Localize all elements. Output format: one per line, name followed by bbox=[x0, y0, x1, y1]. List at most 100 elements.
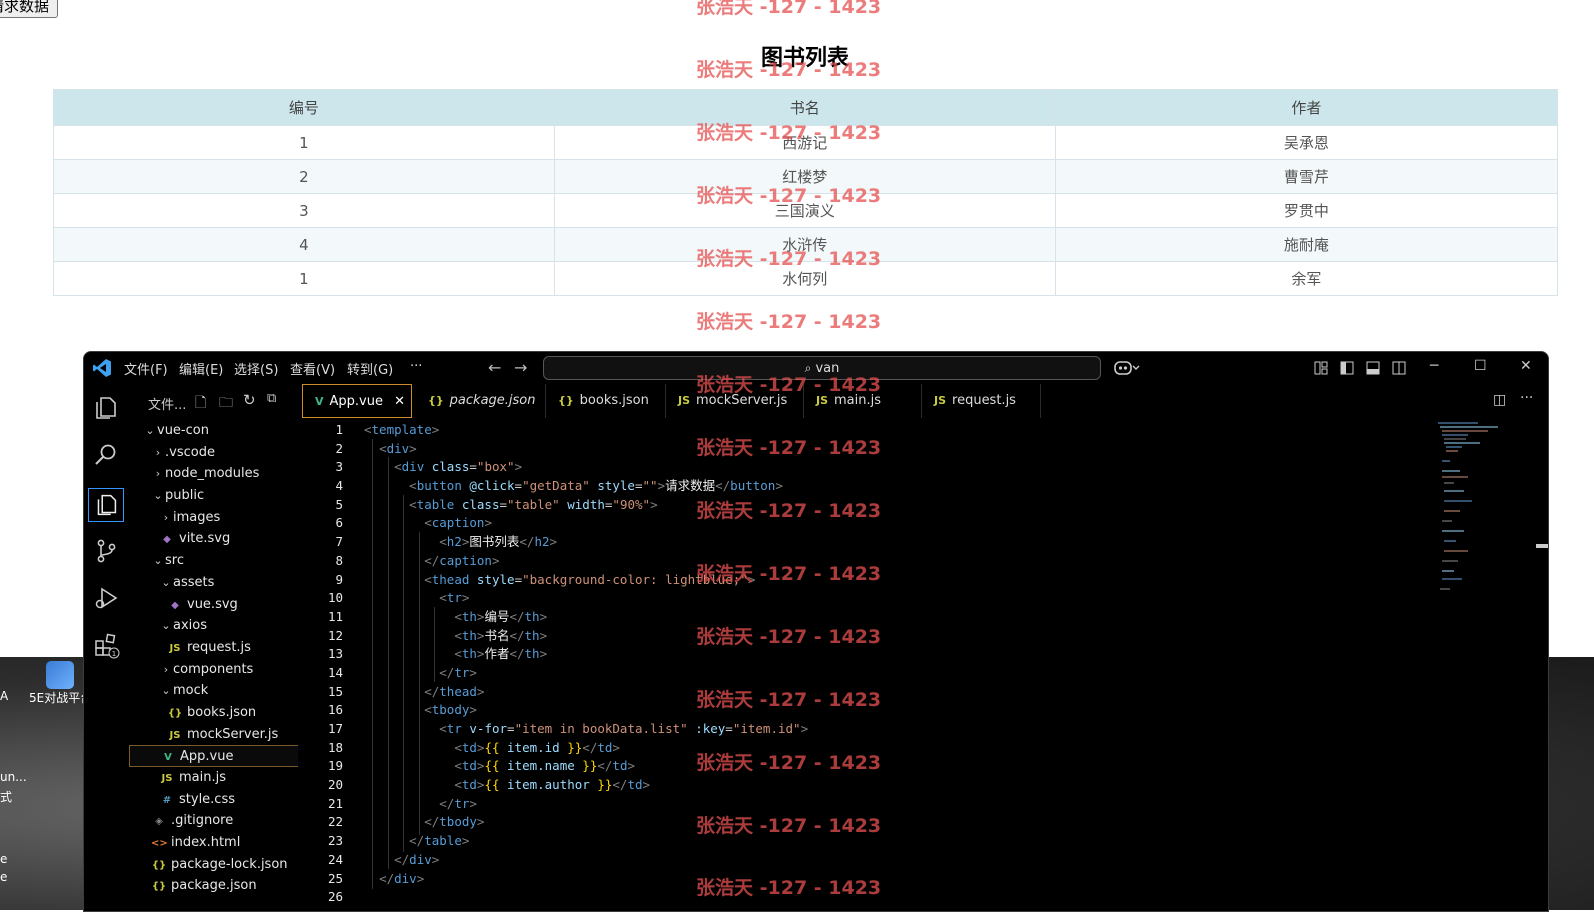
forward-arrow-icon[interactable]: → bbox=[514, 358, 527, 377]
cell-author: 曹雪芹 bbox=[1054, 159, 1559, 194]
tab-app-vue[interactable]: V App.vue ✕ bbox=[302, 384, 412, 418]
split-editor-icon[interactable]: ◫ bbox=[1493, 392, 1506, 408]
tab-mockserver-js[interactable]: JS mockServer.js bbox=[666, 384, 804, 418]
table-row: 4 水浒传 施耐庵 bbox=[53, 227, 1559, 262]
source-control-icon[interactable] bbox=[92, 537, 120, 565]
command-center-search[interactable]: ⌕ van bbox=[543, 356, 1101, 380]
menu-edit[interactable]: 编辑(E) bbox=[179, 359, 223, 378]
table-row: 1 西游记 吴承恩 bbox=[53, 125, 1559, 160]
line-number: 24 bbox=[327, 851, 343, 867]
css-file-icon: # bbox=[162, 794, 172, 806]
customize-layout-icon[interactable] bbox=[1314, 361, 1328, 375]
table-row: 2 红楼梦 曹雪芹 bbox=[53, 159, 1559, 194]
cell-id: 1 bbox=[53, 125, 555, 160]
cell-author: 施耐庵 bbox=[1054, 227, 1559, 262]
close-tab-icon[interactable]: ✕ bbox=[394, 385, 405, 419]
line-number: 15 bbox=[327, 683, 343, 699]
page-title: 图书列表 bbox=[760, 46, 849, 71]
cell-author: 罗贯中 bbox=[1054, 193, 1559, 228]
explorer-active-icon[interactable] bbox=[88, 488, 124, 522]
code-line: </tbody> bbox=[424, 814, 485, 830]
menu-selection[interactable]: 选择(S) bbox=[234, 359, 278, 378]
code-line: <td>{{ item.id }}</td> bbox=[454, 739, 620, 755]
code-line: </caption> bbox=[424, 552, 500, 568]
code-line: <table class="table" width="90%"> bbox=[409, 496, 658, 512]
cell-name: 西游记 bbox=[553, 125, 1056, 160]
code-line: </table> bbox=[409, 833, 470, 849]
line-number: 8 bbox=[335, 552, 343, 568]
js-file-icon: JS bbox=[934, 394, 947, 407]
line-number: 25 bbox=[327, 870, 343, 886]
cell-id: 1 bbox=[53, 261, 555, 296]
extensions-icon[interactable]: 1 bbox=[92, 631, 120, 659]
vscode-window: 文件(F) 编辑(E) 选择(S) 查看(V) 转到(G) ··· ← → ⌕ … bbox=[83, 351, 1549, 912]
editor-scrollbar[interactable] bbox=[1536, 544, 1548, 548]
cell-name: 红楼梦 bbox=[553, 159, 1056, 194]
command-center-text: van bbox=[815, 361, 840, 376]
line-number: 17 bbox=[327, 721, 343, 736]
code-editor[interactable]: 1 2 3 4 5 6 7 8 9 10 11 12 13 14 15 16 17 18 19 20 21 22 23 24 2… bbox=[298, 419, 1548, 911]
line-number: 4 bbox=[335, 478, 343, 494]
code-line: </div> bbox=[394, 851, 440, 867]
new-folder-icon[interactable]: 🗀 bbox=[219, 392, 233, 416]
more-actions-icon[interactable]: ··· bbox=[1520, 390, 1533, 406]
toggle-panel-icon[interactable] bbox=[1366, 361, 1380, 375]
tab-request-js[interactable]: JS request.js bbox=[922, 384, 1041, 418]
vscode-logo-icon bbox=[93, 359, 111, 377]
json-file-icon: {} bbox=[151, 859, 167, 871]
collapse-all-icon[interactable]: ⧉ bbox=[267, 391, 276, 406]
menu-more[interactable]: ··· bbox=[410, 359, 422, 374]
tab-package-json[interactable]: {} package.json bbox=[416, 384, 546, 418]
line-number: 26 bbox=[327, 889, 343, 905]
code-content[interactable]: <template> <div> <div class="box"> <butt… bbox=[364, 421, 808, 907]
run-debug-icon[interactable] bbox=[92, 584, 120, 612]
code-line: <th>书名</th> bbox=[454, 627, 548, 643]
toggle-sidebar-icon[interactable] bbox=[1340, 361, 1354, 375]
copilot-icon[interactable] bbox=[1114, 360, 1140, 376]
code-line: <div class="box"> bbox=[394, 459, 523, 475]
maximize-icon[interactable]: ☐ bbox=[1474, 358, 1487, 374]
refresh-icon[interactable]: ↻ bbox=[243, 391, 256, 409]
chevron-down-icon: ⌄ bbox=[153, 489, 163, 503]
code-line: <td>{{ item.author }}</td> bbox=[454, 777, 651, 793]
close-window-icon[interactable]: ✕ bbox=[1520, 358, 1532, 374]
line-number: 13 bbox=[327, 646, 343, 662]
activity-bar: 1 bbox=[84, 384, 130, 911]
explorer-title: 文件... bbox=[148, 398, 187, 413]
desktop-label: e bbox=[0, 870, 8, 884]
svg-file-icon: ◆ bbox=[171, 599, 179, 611]
minimize-icon[interactable]: ─ bbox=[1430, 358, 1438, 374]
request-data-button[interactable]: 请求数据 bbox=[0, 0, 59, 18]
app-shortcut-icon[interactable] bbox=[46, 661, 74, 689]
watermark-text: 张浩天 -127 - 1423 bbox=[696, 0, 882, 18]
cell-author: 余军 bbox=[1054, 261, 1559, 296]
cell-author: 吴承恩 bbox=[1054, 125, 1559, 160]
line-number-gutter: 1 2 3 4 5 6 7 8 9 10 11 12 13 14 15 16 17 18 19 20 21 22 23 24 2… bbox=[298, 421, 343, 907]
new-file-icon[interactable]: 🗋 bbox=[195, 392, 206, 416]
json-file-icon: {} bbox=[167, 707, 183, 719]
code-line: </tr> bbox=[439, 664, 477, 680]
tab-main-js[interactable]: JS main.js bbox=[804, 384, 922, 418]
code-line: </thead> bbox=[424, 683, 485, 699]
chevron-right-icon: › bbox=[163, 662, 169, 676]
minimap[interactable] bbox=[1438, 421, 1528, 601]
line-number: 16 bbox=[327, 702, 343, 718]
menu-file[interactable]: 文件(F) bbox=[124, 359, 168, 378]
code-line: <div> bbox=[379, 440, 417, 456]
git-file-icon: ◈ bbox=[155, 816, 163, 828]
menu-view[interactable]: 查看(V) bbox=[290, 359, 335, 378]
json-file-icon: {} bbox=[428, 394, 444, 407]
toggle-secondary-sidebar-icon[interactable] bbox=[1392, 361, 1406, 375]
js-file-icon: JS bbox=[169, 729, 181, 741]
search-icon[interactable] bbox=[92, 441, 120, 469]
code-line: <th>作者</th> bbox=[454, 646, 548, 662]
back-arrow-icon[interactable]: ← bbox=[488, 358, 501, 377]
menu-go[interactable]: 转到(G) bbox=[347, 359, 393, 378]
chevron-down-icon: ⌄ bbox=[145, 424, 155, 437]
explorer-icon[interactable] bbox=[92, 394, 120, 422]
tab-books-json[interactable]: {} books.json bbox=[546, 384, 666, 418]
cell-name: 水浒传 bbox=[553, 227, 1056, 262]
books-table: 编号 书名 作者 1 西游记 吴承恩 2 红楼梦 曹雪芹 3 三国演义 罗贯中 … bbox=[53, 89, 1559, 296]
line-number: 11 bbox=[327, 608, 343, 624]
code-line: <td>{{ item.name }}</td> bbox=[454, 758, 636, 774]
